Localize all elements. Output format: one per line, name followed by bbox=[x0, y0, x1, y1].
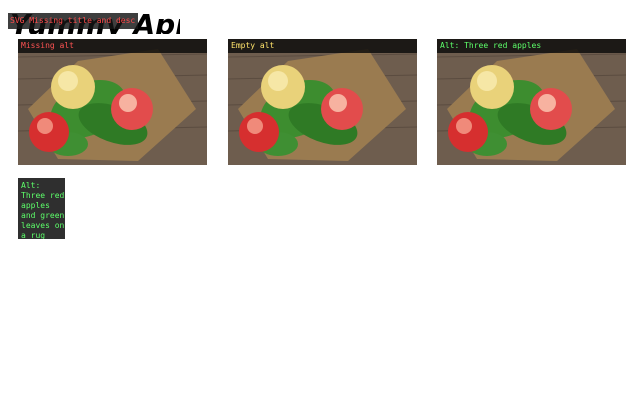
svg-warning-badge: SVG Missing title and desc bbox=[8, 13, 139, 29]
alt-text: Three red apples and green leaves on a r… bbox=[21, 191, 65, 239]
image-card-with-alt: Alt: Three red apples bbox=[437, 39, 626, 165]
alt-status-badge: Missing alt bbox=[18, 39, 207, 53]
apples-photo bbox=[437, 39, 626, 165]
apples-photo bbox=[228, 39, 417, 165]
alt-status-badge: Alt: Three red apples bbox=[437, 39, 626, 53]
image-card-missing-alt: Missing alt bbox=[18, 39, 207, 165]
image-card-empty-alt: Empty alt bbox=[228, 39, 417, 165]
apples-photo bbox=[18, 39, 207, 165]
alt-status-badge: Empty alt bbox=[228, 39, 417, 53]
alt-label: Alt: bbox=[21, 181, 41, 190]
alt-text-tile: Alt: Three red apples and green leaves o… bbox=[18, 178, 65, 239]
